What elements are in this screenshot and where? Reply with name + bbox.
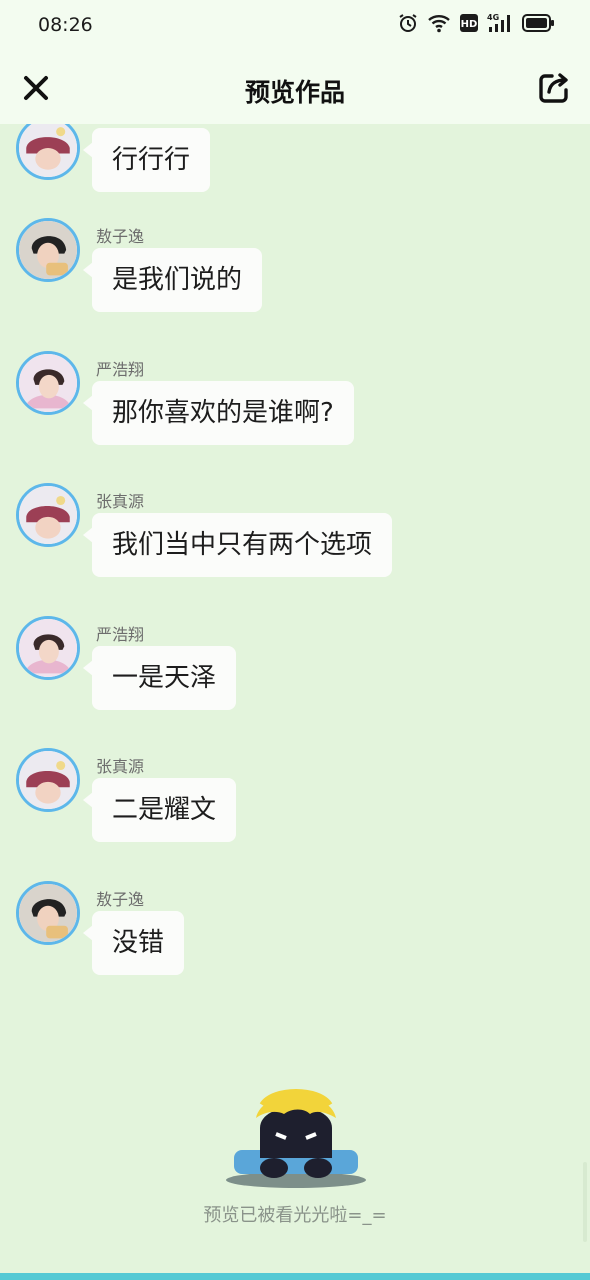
bottom-bar-strip [0, 1273, 590, 1280]
svg-text:HD: HD [461, 19, 478, 30]
sender-name: 张真源 [96, 492, 145, 511]
avatar[interactable] [16, 748, 80, 812]
hd-icon: HD [460, 14, 478, 32]
sender-name: 张真源 [96, 757, 145, 776]
avatar[interactable] [16, 483, 80, 547]
avatar[interactable] [16, 881, 80, 945]
sender-name: 敖子逸 [96, 890, 145, 909]
alarm-icon [398, 13, 418, 33]
avatar[interactable] [16, 616, 80, 680]
sender-name: 敖子逸 [96, 227, 145, 246]
page-title: 预览作品 [244, 78, 345, 107]
chat-message-list[interactable]: 行行行 敖子逸 是我们说的 严浩翔 那你喜欢的是谁啊? 张真源 我们当中只有两个… [0, 124, 590, 1124]
share-icon [539, 73, 568, 103]
cellular-signal-icon: 4G [487, 13, 513, 33]
message-bubble[interactable]: 我们当中只有两个选项 [82, 513, 393, 577]
message-bubble[interactable]: 行行行 [82, 128, 211, 192]
battery-icon [522, 14, 554, 32]
status-time: 08:26 [38, 14, 93, 36]
svg-text:4G: 4G [487, 13, 499, 22]
status-icons: HD 4G [398, 13, 554, 33]
sender-name: 严浩翔 [96, 360, 145, 379]
mascot-illustration [220, 1088, 372, 1194]
share-button[interactable] [536, 70, 572, 106]
message-bubble[interactable]: 没错 [82, 911, 185, 975]
message-bubble[interactable]: 是我们说的 [82, 248, 263, 312]
avatar[interactable] [16, 218, 80, 282]
end-of-preview-text: 预览已被看光光啦=_= [203, 1205, 387, 1226]
status-bar: 08:26 HD 4G [0, 0, 590, 52]
message-bubble[interactable]: 那你喜欢的是谁啊? [83, 381, 354, 445]
app-header: 预览作品 [0, 52, 590, 124]
scrollbar[interactable] [583, 1162, 587, 1242]
avatar[interactable] [16, 124, 80, 180]
message-bubble[interactable]: 一是天泽 [82, 646, 237, 710]
sender-name: 严浩翔 [96, 625, 145, 644]
wifi-icon [427, 13, 451, 33]
message-bubble[interactable]: 二是耀文 [82, 778, 237, 842]
avatar[interactable] [16, 351, 80, 415]
